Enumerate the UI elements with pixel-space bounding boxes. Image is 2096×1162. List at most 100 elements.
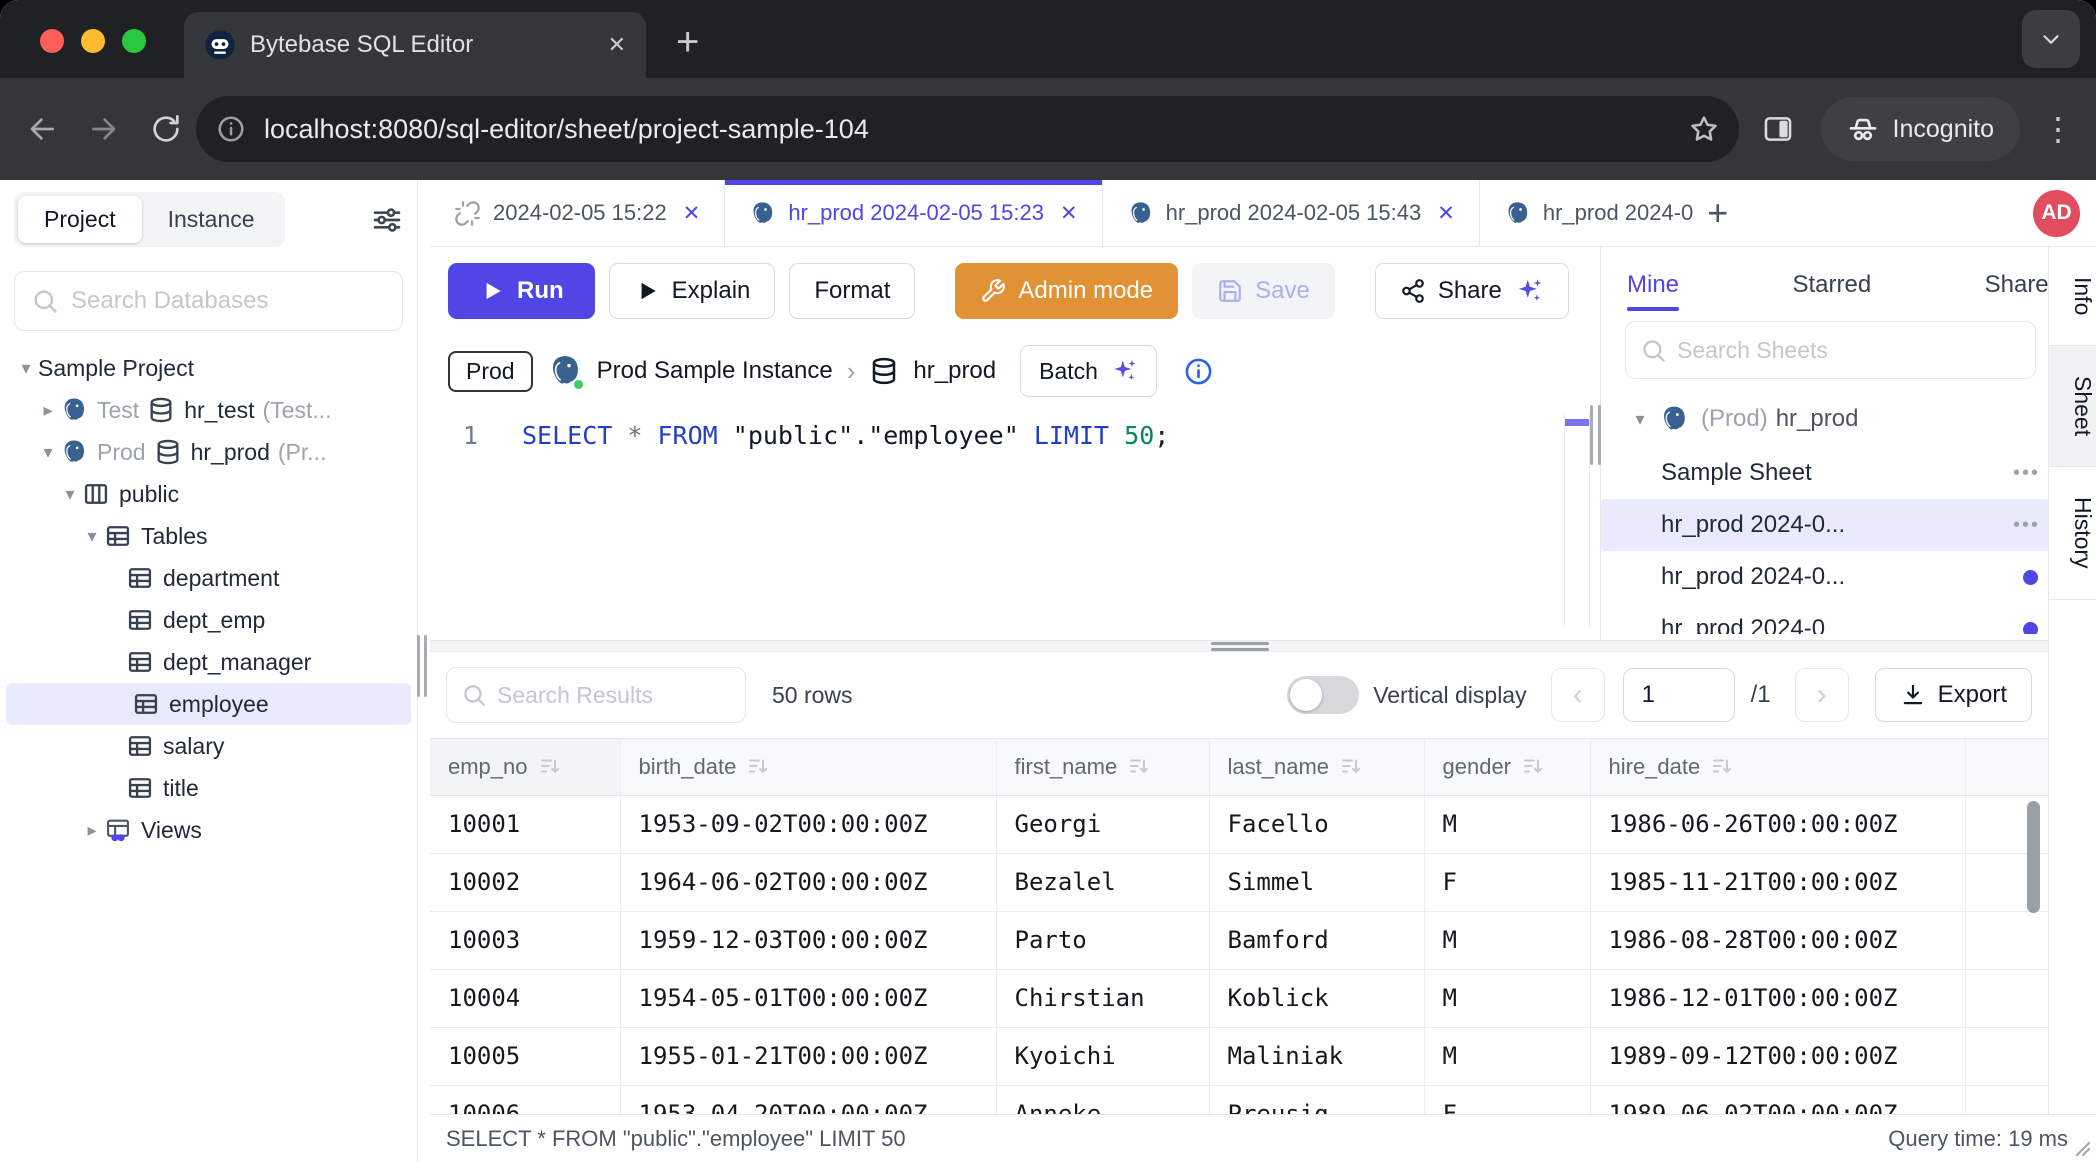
- sort-icon[interactable]: [1710, 754, 1734, 778]
- results-split-divider[interactable]: [430, 640, 2096, 652]
- explain-button[interactable]: Explain: [609, 263, 776, 319]
- sheet-item[interactable]: hr_prod 2024-0: [1601, 603, 2054, 634]
- close-tab-icon[interactable]: ✕: [1060, 201, 1078, 226]
- table-cell[interactable]: M: [1424, 1027, 1590, 1085]
- sort-icon[interactable]: [538, 754, 562, 778]
- table-cell[interactable]: M: [1424, 911, 1590, 969]
- next-page-button[interactable]: ›: [1795, 668, 1849, 722]
- sheet-tab-1[interactable]: hr_prod 2024-02-05 15:23✕: [725, 180, 1102, 246]
- results-search[interactable]: [446, 667, 746, 723]
- table-cell[interactable]: Anneke: [996, 1085, 1209, 1114]
- admin-mode-button[interactable]: Admin mode: [955, 263, 1178, 319]
- table-cell[interactable]: 1953-09-02T00:00:00Z: [620, 795, 996, 853]
- sheet-item[interactable]: hr_prod 2024-0...•••: [1601, 499, 2054, 551]
- table-cell[interactable]: 1986-06-26T00:00:00Z: [1590, 795, 1965, 853]
- table-cell[interactable]: Bamford: [1209, 911, 1424, 969]
- tree-item-dept-manager[interactable]: dept_manager: [0, 641, 417, 683]
- sort-icon[interactable]: [1339, 754, 1363, 778]
- save-button[interactable]: Save: [1192, 263, 1335, 319]
- database-name[interactable]: hr_prod: [913, 357, 996, 385]
- sheet-tab-3[interactable]: hr_prod 2024-0: [1480, 180, 1693, 246]
- format-button[interactable]: Format: [789, 263, 915, 319]
- sheet-search[interactable]: [1625, 321, 2036, 379]
- table-cell[interactable]: Parto: [996, 911, 1209, 969]
- database-search-input[interactable]: [71, 287, 386, 315]
- table-cell[interactable]: 10001: [430, 795, 620, 853]
- sheet-tab-2[interactable]: hr_prod 2024-02-05 15:43✕: [1103, 180, 1480, 246]
- filter-settings-icon[interactable]: [371, 204, 403, 236]
- table-cell[interactable]: 1953-04-20T00:00:00Z: [620, 1085, 996, 1114]
- tree-item-department[interactable]: department: [0, 557, 417, 599]
- resize-grip[interactable]: [2068, 1134, 2092, 1158]
- forward-button[interactable]: [88, 113, 120, 145]
- sheets-tab-mine[interactable]: Mine: [1627, 271, 1679, 311]
- table-cell[interactable]: Kyoichi: [996, 1027, 1209, 1085]
- results-search-input[interactable]: [497, 682, 731, 709]
- sidebar-resize-handle[interactable]: [417, 635, 429, 697]
- add-sheet-button[interactable]: +: [1693, 195, 1742, 231]
- tree-item-tables[interactable]: ▾Tables: [0, 515, 417, 557]
- user-avatar[interactable]: AD: [2033, 190, 2080, 237]
- column-header-birth_date[interactable]: birth_date: [620, 739, 996, 795]
- share-button[interactable]: Share: [1375, 263, 1569, 319]
- tree-item-public[interactable]: ▾public: [0, 473, 417, 515]
- table-cell[interactable]: 1959-12-03T00:00:00Z: [620, 911, 996, 969]
- table-cell[interactable]: 10002: [430, 853, 620, 911]
- sort-icon[interactable]: [746, 754, 770, 778]
- instance-name[interactable]: Prod Sample Instance: [597, 357, 833, 385]
- table-cell[interactable]: F: [1424, 853, 1590, 911]
- address-bar[interactable]: localhost:8080/sql-editor/sheet/project-…: [196, 96, 1739, 162]
- sql-code-editor[interactable]: 1 SELECT * FROM "public"."employee" LIMI…: [430, 407, 1600, 640]
- reload-button[interactable]: [150, 113, 182, 145]
- table-cell[interactable]: Facello: [1209, 795, 1424, 853]
- drag-handle[interactable]: [1211, 642, 1269, 651]
- table-cell[interactable]: 10004: [430, 969, 620, 1027]
- close-tab-icon[interactable]: ✕: [1437, 201, 1455, 226]
- table-cell[interactable]: 1989-06-02T00:00:00Z: [1590, 1085, 1965, 1114]
- table-cell[interactable]: Simmel: [1209, 853, 1424, 911]
- site-info-icon[interactable]: [216, 114, 246, 144]
- browser-tab[interactable]: Bytebase SQL Editor ✕: [184, 12, 646, 78]
- database-search[interactable]: [14, 271, 403, 331]
- sheet-item[interactable]: hr_prod 2024-0...: [1601, 551, 2054, 603]
- table-cell[interactable]: M: [1424, 795, 1590, 853]
- back-button[interactable]: [26, 113, 58, 145]
- sidebar-tab-instance[interactable]: Instance: [142, 196, 281, 243]
- table-cell[interactable]: Preusig: [1209, 1085, 1424, 1114]
- table-cell[interactable]: 1989-09-12T00:00:00Z: [1590, 1027, 1965, 1085]
- window-maximize-button[interactable]: [122, 29, 146, 53]
- table-cell[interactable]: 1954-05-01T00:00:00Z: [620, 969, 996, 1027]
- tree-item-sample-project[interactable]: ▾Sample Project: [0, 347, 417, 389]
- window-minimize-button[interactable]: [81, 29, 105, 53]
- page-number-input[interactable]: [1623, 668, 1735, 722]
- table-cell[interactable]: 10003: [430, 911, 620, 969]
- table-cell[interactable]: Georgi: [996, 795, 1209, 853]
- close-tab-icon[interactable]: ✕: [683, 201, 701, 226]
- table-scrollbar[interactable]: [2027, 801, 2040, 913]
- tree-item-title[interactable]: title: [0, 767, 417, 809]
- tree-item-hr-prod[interactable]: ▾Prodhr_prod(Pr...: [0, 431, 417, 473]
- sidebar-tab-project[interactable]: Project: [18, 196, 142, 243]
- sheets-tab-starred[interactable]: Starred: [1792, 271, 1871, 311]
- info-icon[interactable]: [1183, 356, 1214, 387]
- table-cell[interactable]: F: [1424, 1085, 1590, 1114]
- batch-button[interactable]: Batch: [1020, 345, 1157, 397]
- table-cell[interactable]: Chirstian: [996, 969, 1209, 1027]
- table-cell[interactable]: Maliniak: [1209, 1027, 1424, 1085]
- vertical-display-toggle[interactable]: [1287, 676, 1359, 714]
- table-cell[interactable]: 1964-06-02T00:00:00Z: [620, 853, 996, 911]
- sheet-item[interactable]: Sample Sheet•••: [1601, 447, 2054, 499]
- window-close-button[interactable]: [40, 29, 64, 53]
- table-cell[interactable]: M: [1424, 969, 1590, 1027]
- column-header-hire_date[interactable]: hire_date: [1590, 739, 1965, 795]
- browser-menu-icon[interactable]: ⋮: [2042, 110, 2074, 148]
- column-header-emp_no[interactable]: emp_no: [430, 739, 620, 795]
- tree-item-employee[interactable]: employee: [6, 683, 411, 725]
- column-header-gender[interactable]: gender: [1424, 739, 1590, 795]
- tab-search-button[interactable]: [2022, 10, 2080, 68]
- browser-tab-close-icon[interactable]: ✕: [608, 32, 626, 58]
- export-button[interactable]: Export: [1875, 668, 2032, 722]
- new-tab-button[interactable]: +: [676, 22, 699, 62]
- sheet-group[interactable]: ▾ (Prod) hr_prod: [1601, 391, 2096, 447]
- table-cell[interactable]: 1986-12-01T00:00:00Z: [1590, 969, 1965, 1027]
